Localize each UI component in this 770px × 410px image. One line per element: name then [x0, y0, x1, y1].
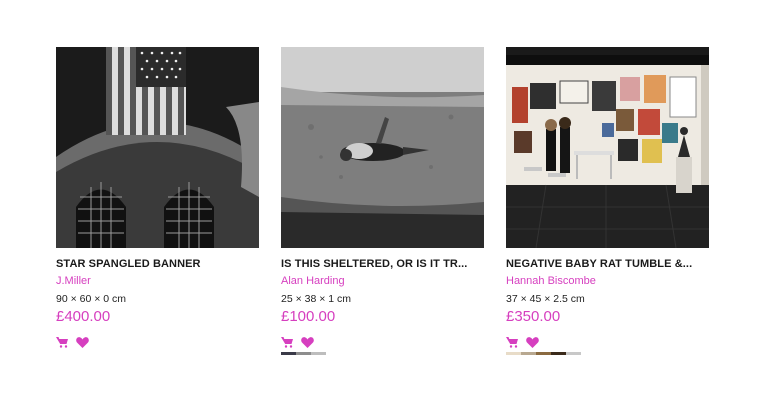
- card-actions: [281, 335, 484, 349]
- artwork-title[interactable]: IS THIS SHELTERED, OR IS IT TR...: [281, 257, 484, 271]
- color-swatch: [281, 352, 296, 355]
- artwork-dimensions: 90 × 60 × 0 cm: [56, 293, 127, 305]
- card-actions: [56, 335, 259, 349]
- artwork-grid: STAR SPANGLED BANNER J.Miller 90 × 60 × …: [0, 0, 770, 410]
- artist-link[interactable]: Hannah Biscombe: [506, 274, 709, 288]
- artwork-dimensions: 25 × 38 × 1 cm: [281, 293, 352, 305]
- color-swatch: [506, 352, 521, 355]
- artwork-dimensions: 37 × 45 × 2.5 cm: [506, 293, 585, 305]
- color-swatch: [521, 352, 536, 355]
- artwork-price: £400.00: [56, 308, 111, 325]
- artist-link[interactable]: J.Miller: [56, 274, 259, 288]
- heart-icon[interactable]: [301, 336, 314, 348]
- color-swatch: [536, 352, 551, 355]
- color-swatches: [281, 352, 484, 355]
- cart-icon[interactable]: [56, 336, 68, 348]
- artwork-card: IS THIS SHELTERED, OR IS IT TR... Alan H…: [281, 47, 484, 355]
- artwork-price: £100.00: [281, 308, 336, 325]
- color-swatches: [56, 352, 259, 355]
- artwork-image[interactable]: [281, 47, 484, 248]
- artwork-image[interactable]: [506, 47, 709, 248]
- artist-link[interactable]: Alan Harding: [281, 274, 484, 288]
- artwork-card: STAR SPANGLED BANNER J.Miller 90 × 60 × …: [56, 47, 259, 355]
- cart-icon[interactable]: [281, 336, 293, 348]
- color-swatch: [551, 352, 566, 355]
- artwork-title[interactable]: NEGATIVE BABY RAT TUMBLE &...: [506, 257, 709, 271]
- artwork-title[interactable]: STAR SPANGLED BANNER: [56, 257, 259, 271]
- card-actions: [506, 335, 709, 349]
- heart-icon[interactable]: [526, 336, 539, 348]
- artwork-image[interactable]: [56, 47, 259, 248]
- heart-icon[interactable]: [76, 336, 89, 348]
- artwork-card: NEGATIVE BABY RAT TUMBLE &... Hannah Bis…: [506, 47, 709, 355]
- color-swatch: [311, 352, 326, 355]
- color-swatch: [296, 352, 311, 355]
- color-swatches: [506, 352, 709, 355]
- color-swatch: [566, 352, 581, 355]
- cart-icon[interactable]: [506, 336, 518, 348]
- artwork-price: £350.00: [506, 308, 561, 325]
